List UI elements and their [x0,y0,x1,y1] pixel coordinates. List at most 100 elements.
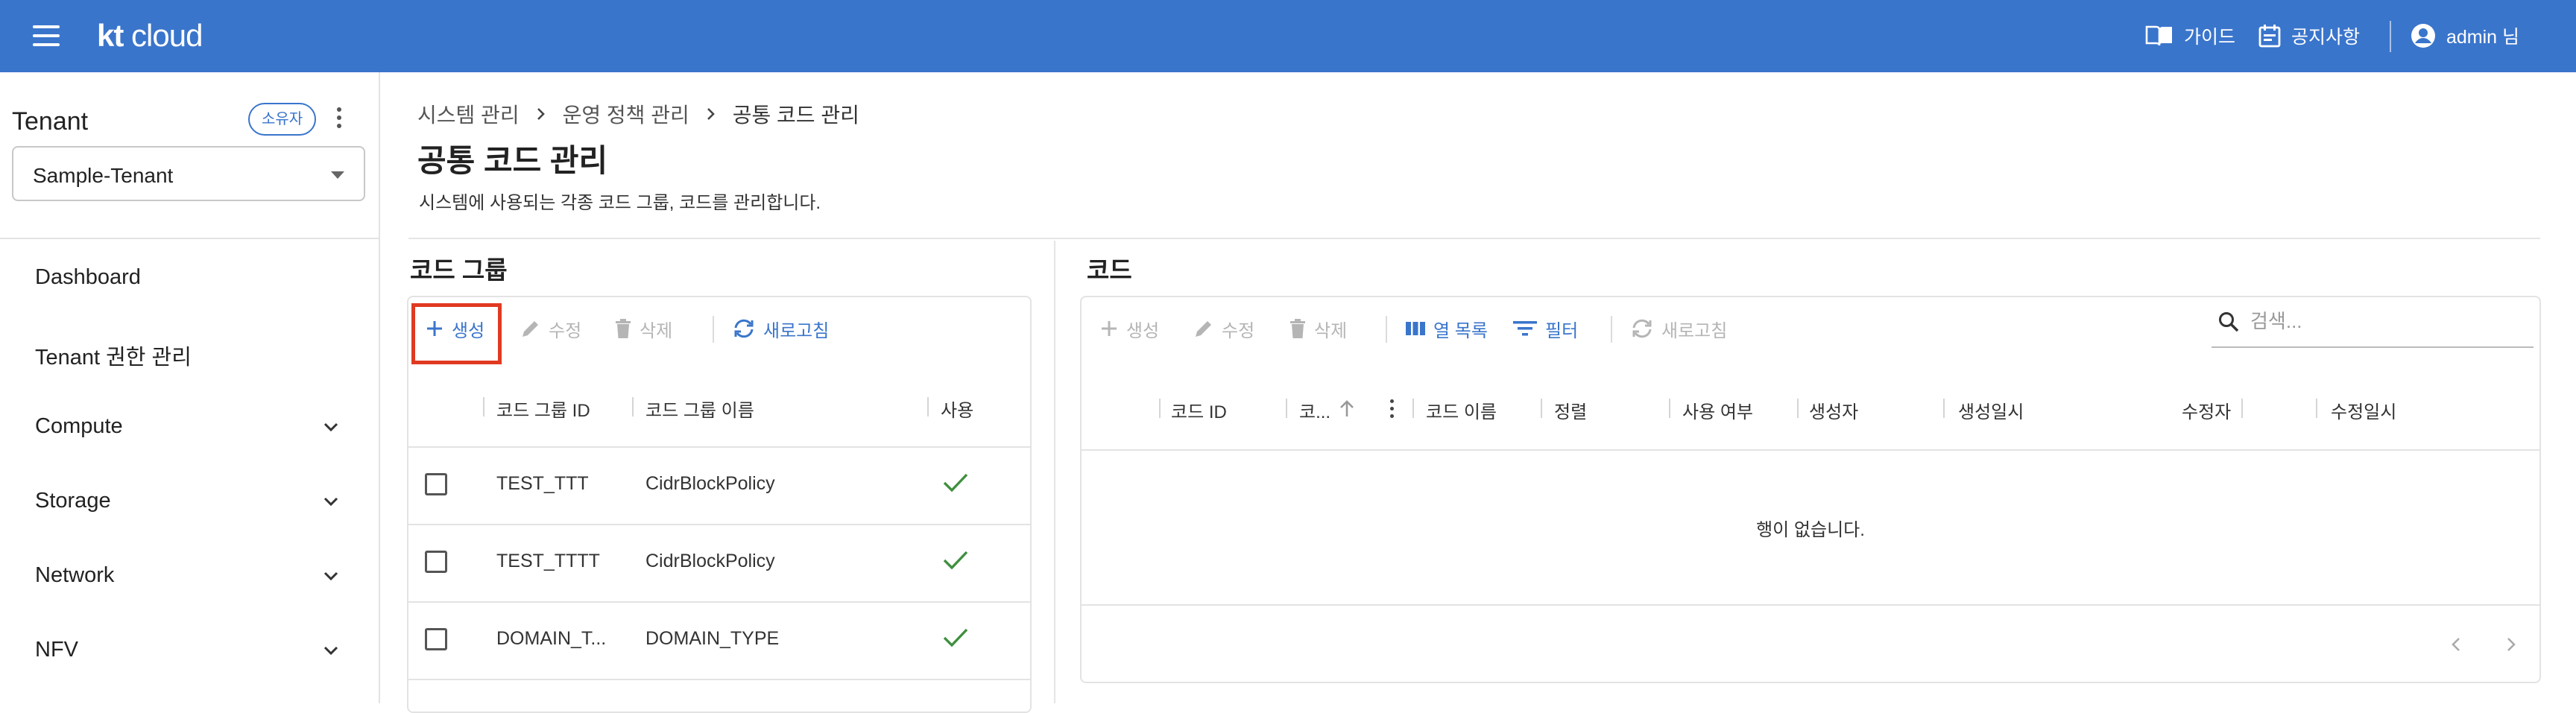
sidebar-item-label: Storage [35,489,111,513]
page-description: 시스템에 사용되는 각종 코드 그룹, 코드를 관리합니다. [419,193,821,213]
breadcrumb: 시스템 관리 운영 정책 관리 공통 코드 관리 [417,99,859,129]
column-header-code-name[interactable]: 코드 이름 [1426,397,1497,423]
column-header-sort-order[interactable]: 정렬 [1554,397,1587,423]
filter-label: 필터 [1545,320,1579,341]
code-panel: 생성 수정 삭제 열 목록 필터 새로고침 코드 ID 코... [1080,296,2541,683]
chevron-left-icon[interactable] [2441,630,2471,659]
create-label: 생성 [1126,320,1160,341]
book-icon [2145,25,2172,46]
cell-code-group-id: DOMAIN_T... [496,628,607,649]
column-header-modifier[interactable]: 수정자 [2182,397,2231,423]
row-checkbox[interactable] [425,551,447,573]
sidebar-item-compute[interactable]: Compute [0,397,377,457]
create-label: 생성 [452,320,485,341]
column-divider [2316,399,2317,418]
code-table-header: 코드 ID 코... 코드 이름 정렬 사용 여부 생성자 생성일시 수정자 수… [1082,366,2539,451]
breadcrumb-item[interactable]: 운영 정책 관리 [563,99,689,129]
tenant-select[interactable]: Sample-Tenant [12,146,365,201]
column-header-code[interactable]: 코... [1299,397,1330,423]
column-divider [1943,399,1945,418]
plus-icon [427,321,442,336]
toolbar-divider [1611,316,1612,343]
breadcrumb-item[interactable]: 시스템 관리 [417,99,520,129]
table-row[interactable]: DOMAIN_T... DOMAIN_TYPE [408,601,1030,680]
guide-link[interactable]: 가이드 [2145,21,2235,51]
sidebar-item-storage[interactable]: Storage [0,472,377,531]
column-divider [927,397,929,416]
sidebar-item-network[interactable]: Network [0,546,377,606]
cell-code-group-name: CidrBlockPolicy [645,551,775,571]
column-menu-icon[interactable] [1389,399,1395,419]
search-icon [2219,312,2239,332]
column-header-code-id[interactable]: 코드 ID [1171,397,1227,423]
column-divider [1541,399,1542,418]
code-create-button[interactable]: 생성 [1099,312,1159,345]
cell-code-group-id: TEST_TTT [496,473,589,494]
user-menu[interactable]: admin 님 [2411,21,2519,51]
code-group-title: 코드 그룹 [410,256,508,284]
column-divider [1159,399,1161,418]
plus-icon [1102,321,1117,336]
chevron-down-icon [323,422,338,432]
column-header-code-group-id[interactable]: 코드 그룹 ID [496,396,590,422]
chevron-down-icon [323,571,338,581]
columns-icon [1406,322,1425,335]
row-checkbox[interactable] [425,473,447,495]
arrow-up-icon[interactable] [1338,399,1356,418]
menu-icon[interactable] [33,22,60,49]
code-refresh-button[interactable]: 새로고침 [1630,312,1727,345]
column-divider [1797,399,1799,418]
search-field[interactable] [2212,297,2534,348]
sidebar-item-dashboard[interactable]: Dashboard [0,248,377,308]
column-header-used[interactable]: 사용 여부 [1682,397,1753,423]
cell-code-group-id: TEST_TTTT [496,551,600,571]
calendar-icon [2258,25,2281,48]
sidebar-item-nfv[interactable]: NFV [0,621,377,680]
kt-cloud-logo[interactable]: kt cloud [97,18,203,54]
code-group-edit-button[interactable]: 수정 [520,312,581,345]
code-edit-button[interactable]: 수정 [1193,312,1254,345]
columns-button[interactable]: 열 목록 [1405,312,1488,345]
column-header-modified-at[interactable]: 수정일시 [2331,397,2396,423]
code-group-create-button[interactable]: 생성 [425,312,484,345]
chevron-right-icon[interactable] [2496,630,2526,659]
notice-link[interactable]: 공지사항 [2258,21,2360,51]
top-app-bar: kt cloud 가이드 공지사항 admin 님 [0,0,2576,72]
code-group-delete-button[interactable]: 삭제 [614,312,672,345]
columns-label: 열 목록 [1433,320,1488,341]
delete-label: 삭제 [1314,320,1348,341]
filter-button[interactable]: 필터 [1512,312,1578,345]
cell-code-group-name: DOMAIN_TYPE [645,628,780,649]
chevron-right-icon [537,108,545,120]
filter-icon [1513,321,1537,336]
user-label: admin 님 [2446,27,2520,48]
code-delete-button[interactable]: 삭제 [1289,312,1347,345]
tenant-title: Tenant [12,107,89,136]
column-header-code-group-name[interactable]: 코드 그룹 이름 [645,396,754,422]
account-icon [2411,24,2435,48]
column-header-used[interactable]: 사용 [941,396,973,422]
pencil-icon [1196,321,1211,337]
column-header-creator[interactable]: 생성자 [1809,397,1858,423]
sidebar-item-tenant-permissions[interactable]: Tenant 권한 관리 [0,323,377,382]
table-row[interactable]: TEST_TTTT CidrBlockPolicy [408,524,1030,603]
refresh-label: 새로고침 [1661,320,1728,341]
footer-divider [1082,604,2539,606]
column-divider [1286,399,1287,418]
refresh-icon [1632,319,1652,338]
sidebar-item-label: Compute [35,414,123,438]
more-vert-icon[interactable] [334,107,344,133]
search-input[interactable] [2249,309,2520,334]
sidebar-divider [0,238,379,239]
chevron-down-icon [323,646,338,656]
owner-badge: 소유자 [248,103,317,136]
column-header-created-at[interactable]: 생성일시 [1958,397,2024,423]
row-checkbox[interactable] [425,628,447,650]
chevron-down-icon [323,497,338,507]
code-group-refresh-button[interactable]: 새로고침 [732,312,829,345]
check-icon [943,551,968,570]
table-row[interactable]: TEST_TTT CidrBlockPolicy [408,446,1030,525]
guide-label: 가이드 [2184,27,2236,48]
check-icon [943,473,968,492]
column-divider [632,397,634,416]
